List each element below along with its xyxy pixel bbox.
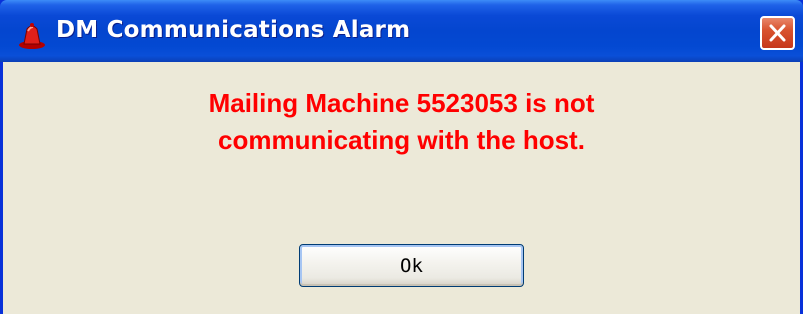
alarm-message: Mailing Machine 5523053 is not communica… [3,85,800,159]
window-title: DM Communications Alarm [56,17,411,43]
title-bar[interactable]: DM Communications Alarm [0,0,803,62]
ok-button[interactable]: Ok [299,244,524,287]
alarm-message-line-2: communicating with the host. [218,125,585,155]
close-button[interactable] [760,16,795,50]
close-icon [769,24,786,42]
alarm-dialog-window: DM Communications Alarm Mailing Machine … [0,0,803,314]
alarm-bell-icon [17,20,47,50]
alarm-message-line-1: Mailing Machine 5523053 is not [208,88,595,118]
dialog-body: Mailing Machine 5523053 is not communica… [3,62,800,314]
